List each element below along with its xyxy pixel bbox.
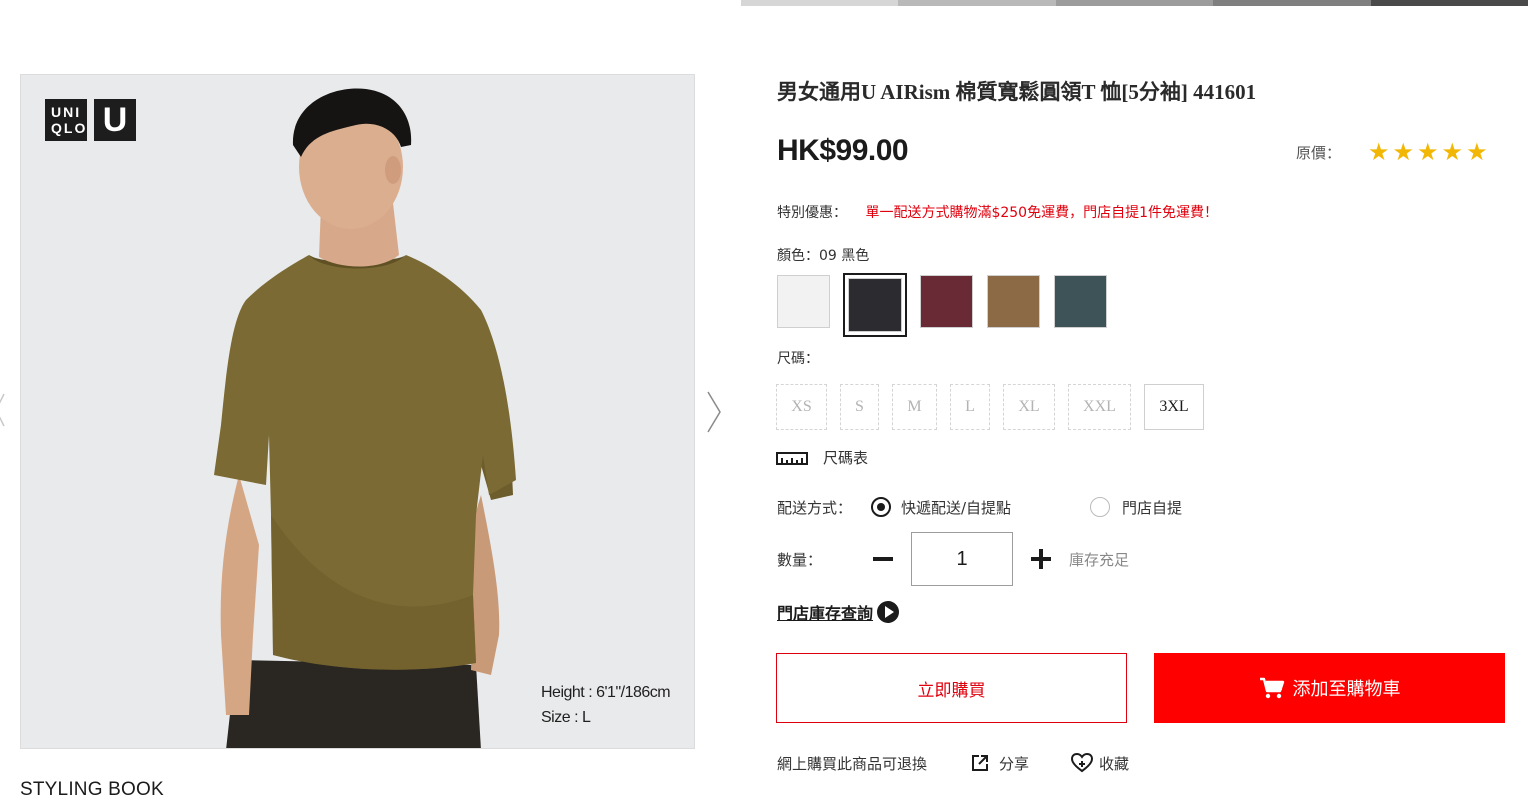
quantity-label: 數量： — [777, 550, 823, 569]
styling-book-heading: STYLING BOOK — [20, 779, 164, 800]
plus-icon[interactable] — [1030, 548, 1052, 570]
product-price: HK$99.00 — [777, 134, 909, 167]
store-stock-link[interactable]: 門店庫存查詢 — [777, 600, 900, 624]
delivery-option-store[interactable]: 門店自提 — [1122, 497, 1182, 518]
star-icon: ★ — [1368, 138, 1390, 166]
size-option-xl[interactable]: XL — [1003, 384, 1055, 430]
product-title: 男女通用U AIRism 棉質寬鬆圓領T 恤[5分袖] 441601 — [777, 80, 1257, 104]
image-progress-bar — [741, 0, 1528, 6]
uniqlo-logo: UNI QLO — [45, 99, 87, 141]
model-info: Height : 6'1"/186cm Size : L — [541, 680, 671, 730]
progress-segment — [1213, 0, 1371, 6]
original-price-label: 原價： — [1296, 144, 1342, 162]
size-option-s[interactable]: S — [840, 384, 879, 430]
size-option-m[interactable]: M — [892, 384, 937, 430]
color-label: 顏色：09 黑色 — [777, 248, 870, 264]
delivery-option-express[interactable]: 快遞配送/自提點 — [901, 497, 1090, 518]
share-icon — [972, 755, 989, 771]
share-button[interactable]: 分享 — [971, 753, 1029, 774]
color-swatch-black[interactable] — [843, 273, 907, 337]
heart-plus-icon — [1071, 753, 1094, 773]
size-option-xs[interactable]: XS — [776, 384, 827, 430]
color-swatch-brown[interactable] — [986, 274, 1041, 329]
delivery-method: 配送方式： 快遞配送/自提點 門店自提 — [777, 496, 1182, 518]
color-swatch-wine[interactable] — [919, 274, 974, 329]
progress-segment — [741, 0, 899, 6]
rating-stars[interactable]: ★ ★ ★ ★ ★ — [1368, 139, 1488, 165]
model-size: Size : L — [541, 709, 591, 726]
star-icon: ★ — [1392, 138, 1415, 166]
favorite-button[interactable]: 收藏 — [1071, 753, 1129, 774]
minus-icon[interactable] — [872, 548, 894, 570]
size-option-l[interactable]: L — [950, 384, 990, 430]
color-swatches — [776, 273, 1120, 337]
progress-segment — [1370, 0, 1528, 6]
swatch-fill — [848, 278, 902, 332]
play-circle-icon — [877, 601, 900, 623]
store-stock-label: 門店庫存查詢 — [777, 604, 874, 623]
cart-icon — [1259, 677, 1284, 699]
size-option-3xl[interactable]: 3XL — [1144, 384, 1204, 430]
special-offer: 特別優惠： 單一配送方式購物滿$250免運費，門店自提1件免運費！ — [777, 202, 1218, 222]
star-icon: ★ — [1466, 138, 1488, 166]
promo-label: 特別優惠： — [777, 205, 847, 221]
model-illustration — [214, 88, 516, 748]
swatch-fill — [920, 275, 973, 328]
promo-text: 單一配送方式購物滿$250免運費，門店自提1件免運費！ — [865, 205, 1218, 221]
add-to-cart-button[interactable]: 添加至購物車 — [1154, 653, 1505, 723]
prev-image-arrow-icon[interactable] — [0, 392, 6, 428]
product-image[interactable]: UNI QLO U Height : 6'1"/186cm Size : L — [20, 74, 695, 749]
uniqlo-u-logo: UNI QLO U — [45, 99, 136, 141]
add-to-cart-label: 添加至購物車 — [1292, 679, 1401, 700]
size-chart-label: 尺碼表 — [823, 449, 869, 467]
size-chart-link[interactable]: 尺碼表 — [776, 447, 868, 468]
returns-note: 網上購買此商品可退換 — [777, 754, 928, 773]
logo-text-bottom: QLO — [51, 120, 88, 136]
swatch-fill — [777, 275, 830, 328]
size-label: 尺碼： — [777, 351, 819, 367]
progress-segment — [898, 0, 1056, 6]
quantity-input[interactable] — [911, 532, 1013, 586]
product-actions-row: 網上購買此商品可退換 分享 收藏 — [777, 750, 1129, 776]
progress-segment — [1055, 0, 1214, 6]
logo-text-top: UNI — [51, 104, 82, 120]
swatch-fill — [987, 275, 1040, 328]
delivery-label: 配送方式： — [777, 498, 853, 517]
ruler-icon — [776, 451, 808, 465]
quantity-stepper: 數量： 庫存充足 — [777, 532, 1129, 586]
color-swatch-teal[interactable] — [1053, 274, 1108, 329]
share-label: 分享 — [999, 754, 1030, 773]
star-icon: ★ — [1441, 138, 1464, 166]
model-height: Height : 6'1"/186cm — [541, 684, 671, 701]
swatch-fill — [1054, 275, 1107, 328]
u-logo: U — [94, 99, 136, 141]
size-options: XS S M L XL XXL 3XL — [776, 384, 1217, 430]
buy-now-button[interactable]: 立即購買 — [776, 653, 1127, 723]
favorite-label: 收藏 — [1099, 754, 1130, 773]
color-swatch-white[interactable] — [776, 274, 831, 329]
star-icon: ★ — [1417, 138, 1439, 166]
size-option-xxl[interactable]: XXL — [1068, 384, 1131, 430]
next-image-arrow-icon[interactable] — [704, 390, 724, 434]
delivery-radio-store[interactable] — [1090, 497, 1110, 517]
delivery-radio-express[interactable] — [871, 497, 891, 517]
stock-status: 庫存充足 — [1069, 550, 1130, 569]
